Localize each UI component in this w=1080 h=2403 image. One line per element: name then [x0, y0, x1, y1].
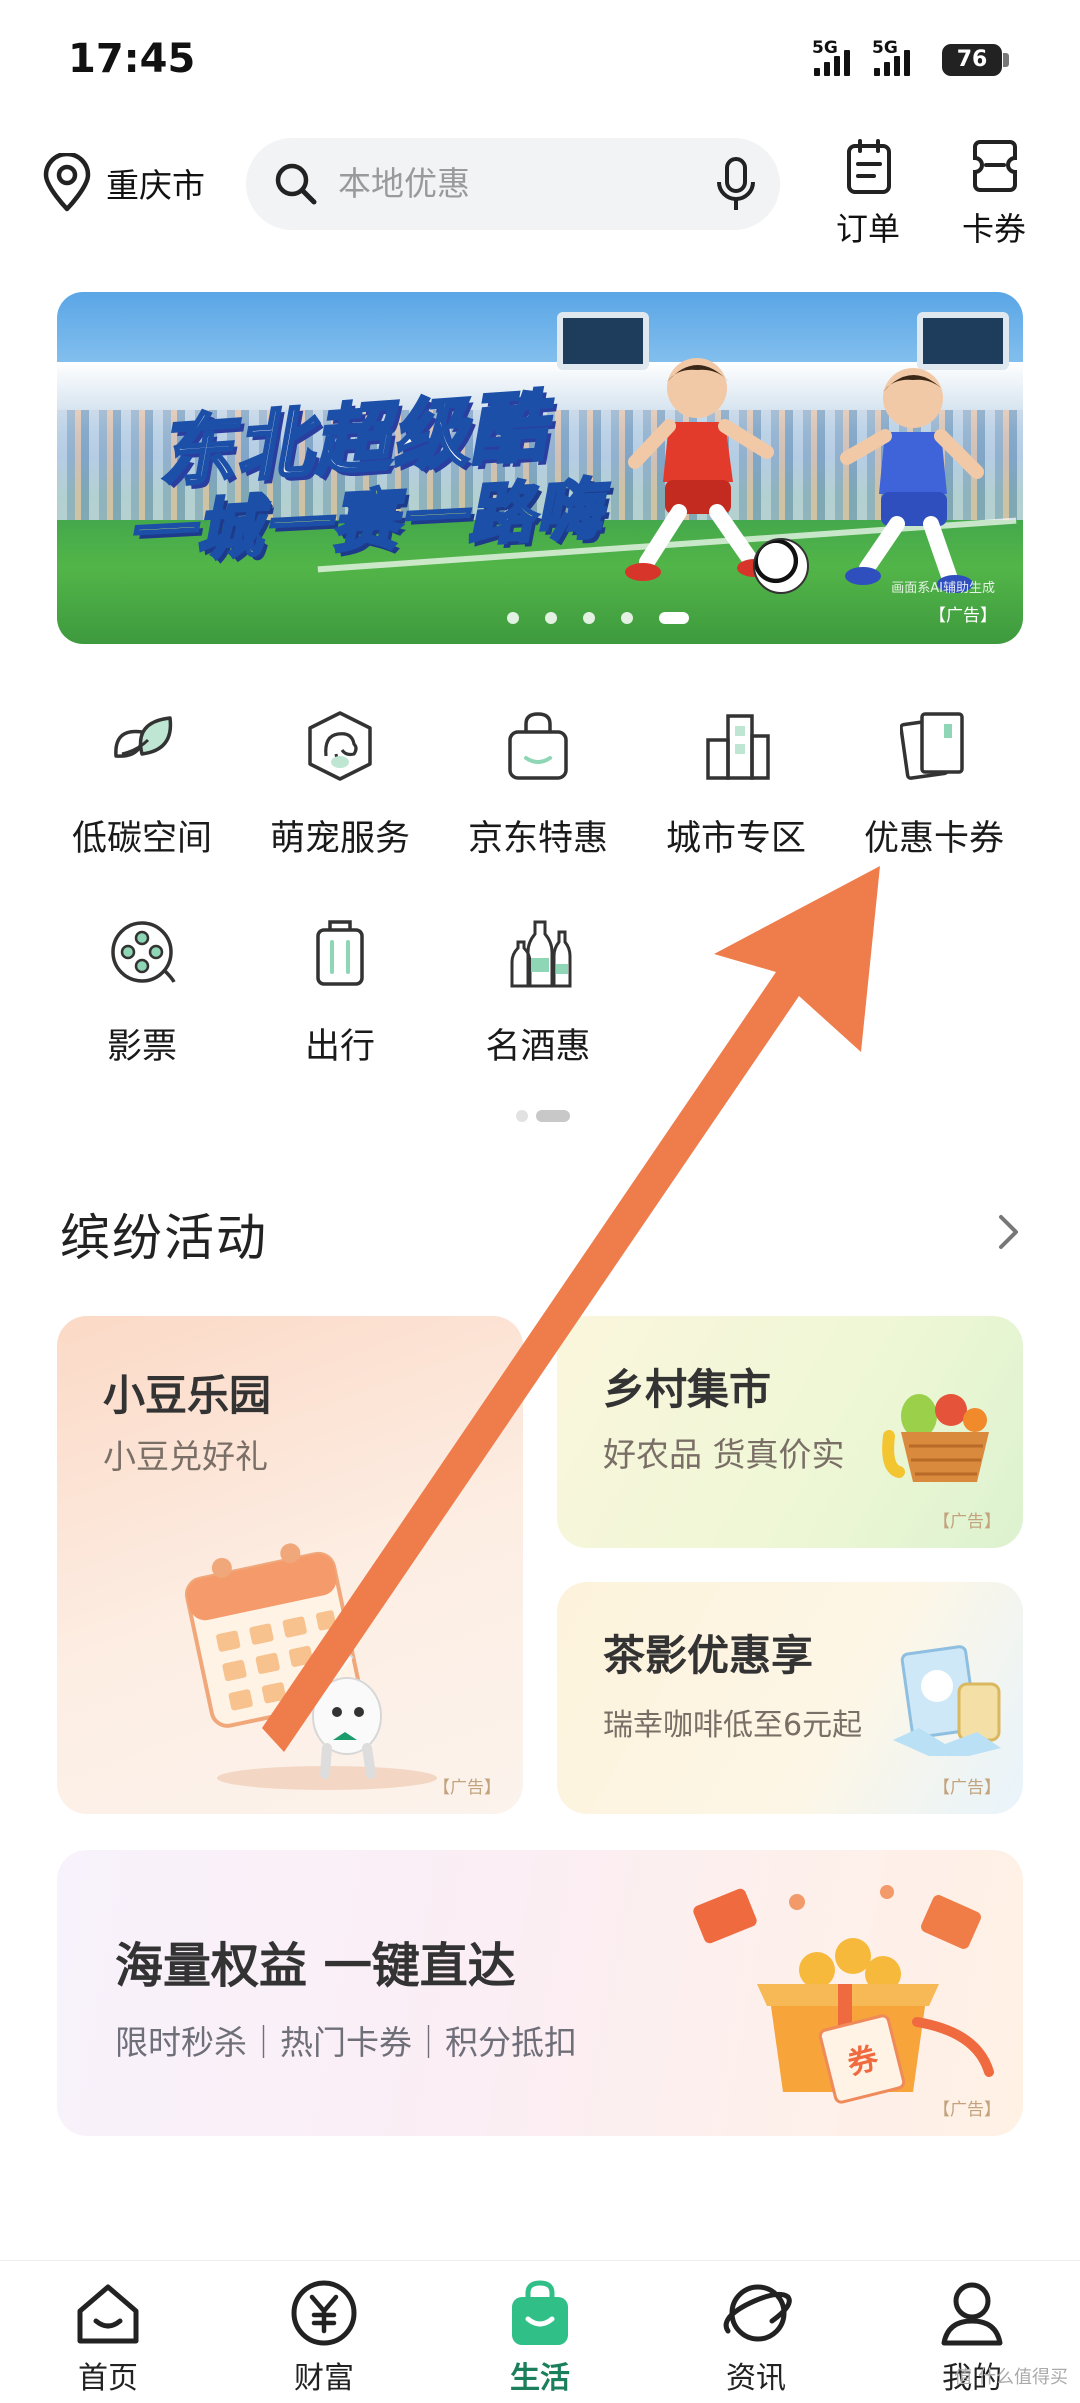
- card-subtitle: 限时秒杀｜热门卡券｜积分抵扣: [115, 2023, 577, 2062]
- service-movie-tickets[interactable]: 影票: [42, 918, 242, 1068]
- grid-page-dot-active: [536, 1110, 570, 1122]
- card-tea-movie-deals[interactable]: 茶影优惠享 瑞幸咖啡低至6元起 【广告】: [557, 1582, 1023, 1814]
- card-title: 茶影优惠享: [603, 1631, 814, 1680]
- profile-icon: [941, 2282, 1003, 2346]
- service-label: 出行: [304, 1027, 375, 1067]
- soccer-ball-icon: [753, 538, 809, 594]
- blue-player-illustration: [840, 368, 984, 593]
- microphone-icon[interactable]: [714, 156, 758, 214]
- yen-icon: [291, 2280, 357, 2346]
- service-fine-wine[interactable]: 名酒惠: [438, 918, 638, 1068]
- service-low-carbon[interactable]: 低碳空间: [42, 710, 242, 860]
- film-reel-icon: [111, 921, 176, 983]
- vegetable-basket-icon: [882, 1394, 989, 1482]
- card-village-market[interactable]: 乡村集市 好农品 货真价实 【广告】: [557, 1316, 1023, 1548]
- nav-label: 首页: [78, 2361, 138, 2396]
- service-travel[interactable]: 出行: [240, 918, 440, 1068]
- service-label: 城市专区: [665, 819, 806, 859]
- orders-button[interactable]: 订单: [818, 138, 918, 248]
- orders-label: 订单: [835, 210, 900, 248]
- coupons-button[interactable]: 卡券: [944, 138, 1044, 248]
- service-city-zone[interactable]: 城市专区: [636, 710, 836, 860]
- wine-bottles-icon: [510, 920, 572, 988]
- city-name: 重庆市: [106, 166, 205, 205]
- card-ad-tag: 【广告】: [933, 1778, 1001, 1798]
- nav-wealth[interactable]: 财富: [244, 2261, 404, 2403]
- location-pin-icon: [43, 153, 91, 212]
- search-icon: [275, 163, 317, 205]
- service-label: 优惠卡券: [863, 819, 1004, 859]
- banner-dot[interactable]: [583, 612, 595, 624]
- coupons-label: 卡券: [961, 210, 1026, 248]
- signal-bars-icon: [814, 44, 850, 76]
- card-mass-rights[interactable]: 海量权益 一键直达 限时秒杀｜热门卡券｜积分抵扣 券 【广告】: [57, 1850, 1023, 2136]
- card-title: 乡村集市: [603, 1365, 772, 1414]
- card-ad-tag: 【广告】: [933, 1512, 1001, 1532]
- service-jd-deals[interactable]: 京东特惠: [438, 710, 638, 860]
- card-subtitle: 好农品 货真价实: [603, 1435, 845, 1474]
- chevron-right-icon[interactable]: [996, 1212, 1022, 1252]
- home-icon: [77, 2284, 139, 2344]
- service-label: 名酒惠: [485, 1027, 591, 1067]
- banner-dot[interactable]: [545, 612, 557, 624]
- signal-bars-icon: [874, 44, 910, 76]
- banner-pagination[interactable]: [507, 612, 689, 624]
- bottom-navigation: 首页 财富 生活 资讯 我的 值 什么值得买: [0, 2260, 1080, 2403]
- service-label: 京东特惠: [467, 819, 608, 859]
- planet-icon: [723, 2284, 792, 2342]
- service-label: 萌宠服务: [269, 819, 410, 859]
- service-label: 低碳空间: [71, 819, 212, 859]
- status-bar: 17:45 5G 5G 76: [0, 0, 1080, 120]
- order-list-icon: [847, 139, 891, 194]
- shopping-bag-icon: [512, 2280, 568, 2345]
- coupon-cards-icon: [900, 712, 964, 780]
- shopping-bag-icon: [508, 712, 568, 780]
- service-grid-pagination: [516, 1110, 570, 1122]
- card-xiaodou-park[interactable]: 小豆乐园 小豆兑好礼 【广告】: [57, 1316, 523, 1814]
- location-selector[interactable]: 重庆市: [40, 150, 205, 216]
- service-pet[interactable]: 萌宠服务: [240, 710, 440, 860]
- coffee-tea-illustration: [893, 1645, 1001, 1756]
- nav-label: 财富: [294, 2361, 354, 2396]
- watermark-text: 值 什么值得买: [954, 2367, 1068, 2388]
- card-ad-tag: 【广告】: [933, 2100, 1001, 2120]
- battery-icon: 76: [942, 44, 1002, 76]
- card-subtitle: 瑞幸咖啡低至6元起: [603, 1708, 863, 1743]
- nav-label: 资讯: [726, 2361, 786, 2396]
- search-bar[interactable]: 本地优惠: [246, 138, 780, 230]
- banner-ad-tag: 【广告】: [929, 606, 997, 626]
- banner-ai-note: 画面系AI辅助生成: [891, 581, 995, 596]
- nav-home[interactable]: 首页: [28, 2261, 188, 2403]
- pet-icon: [308, 711, 372, 781]
- service-label: 影票: [106, 1027, 177, 1067]
- nav-life[interactable]: 生活: [460, 2261, 620, 2403]
- grid-page-dot: [516, 1110, 528, 1122]
- card-subtitle: 小豆兑好礼: [103, 1437, 268, 1476]
- banner-dot-active[interactable]: [659, 612, 689, 624]
- banner-dot[interactable]: [621, 612, 633, 624]
- service-coupon-cards[interactable]: 优惠卡券: [834, 710, 1034, 860]
- luggage-icon: [316, 920, 364, 986]
- ticket-icon: [973, 140, 1017, 192]
- city-buildings-icon: [706, 714, 770, 780]
- search-placeholder: 本地优惠: [338, 164, 470, 203]
- activities-section-title: 缤纷活动: [60, 1209, 268, 1267]
- calendar-mascot-illustration: [184, 1543, 437, 1790]
- status-time: 17:45: [68, 36, 196, 82]
- card-title: 海量权益 一键直达: [115, 1938, 516, 1994]
- card-ad-tag: 【广告】: [433, 1778, 501, 1798]
- battery-tip: [1003, 53, 1009, 67]
- leaf-icon: [114, 716, 173, 758]
- nav-label: 生活: [510, 2361, 570, 2396]
- banner-dot[interactable]: [507, 612, 519, 624]
- gift-box-illustration: [693, 1885, 994, 2104]
- nav-news[interactable]: 资讯: [676, 2261, 836, 2403]
- card-title: 小豆乐园: [103, 1371, 272, 1420]
- promo-banner[interactable]: 东北超级酷 一城一赛一路嗨 画面系AI辅助生成 【广告】: [57, 292, 1023, 644]
